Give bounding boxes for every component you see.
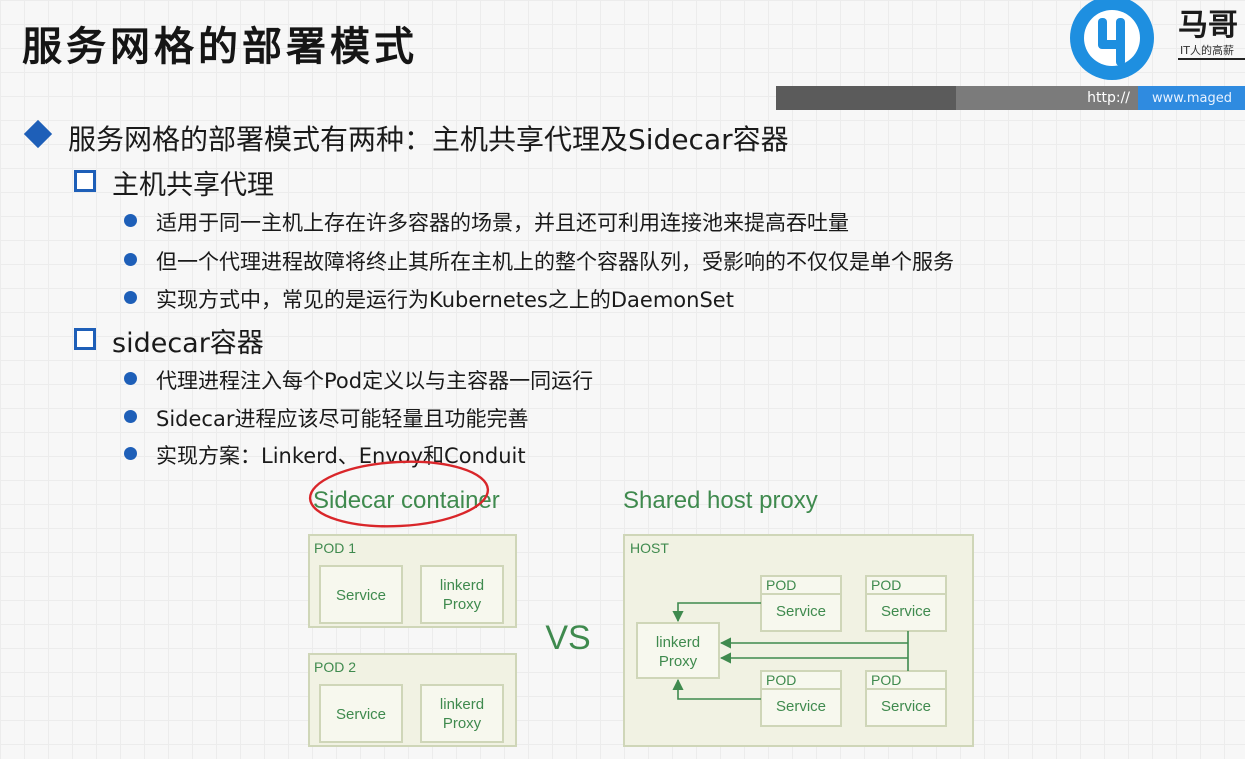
service-label: Service [881, 698, 931, 715]
pod-label: POD [766, 577, 796, 593]
vs-label: VS [545, 619, 590, 657]
proxy-label-line2: Proxy [443, 715, 482, 732]
pod-label: POD [766, 672, 796, 688]
host-label: HOST [630, 540, 669, 556]
pod-label: POD [871, 672, 901, 688]
proxy-label-line1: linkerd [440, 696, 484, 713]
proxy-box [420, 684, 504, 743]
service-label: Service [776, 603, 826, 620]
pod-box: POD 1 Service linkerd Proxy [308, 534, 517, 628]
pod-label: POD 1 [314, 540, 356, 556]
pod-label: POD 2 [314, 659, 356, 675]
service-label: Service [881, 603, 931, 620]
proxy-label-line1: linkerd [440, 577, 484, 594]
service-label: Service [776, 698, 826, 715]
proxy-box [420, 565, 504, 624]
service-label: Service [336, 706, 386, 723]
pod-label: POD [871, 577, 901, 593]
proxy-label-line2: Proxy [659, 653, 698, 670]
host-box: HOST linkerd Proxy POD Service POD Servi… [623, 534, 974, 747]
shared-host-title: Shared host proxy [623, 487, 818, 514]
proxy-label-line2: Proxy [443, 596, 482, 613]
service-label: Service [336, 587, 386, 604]
pod-box: POD 2 Service linkerd Proxy [308, 653, 517, 747]
deployment-diagram: Sidecar container POD 1 Service linkerd … [308, 460, 974, 747]
proxy-label-line1: linkerd [656, 634, 700, 651]
